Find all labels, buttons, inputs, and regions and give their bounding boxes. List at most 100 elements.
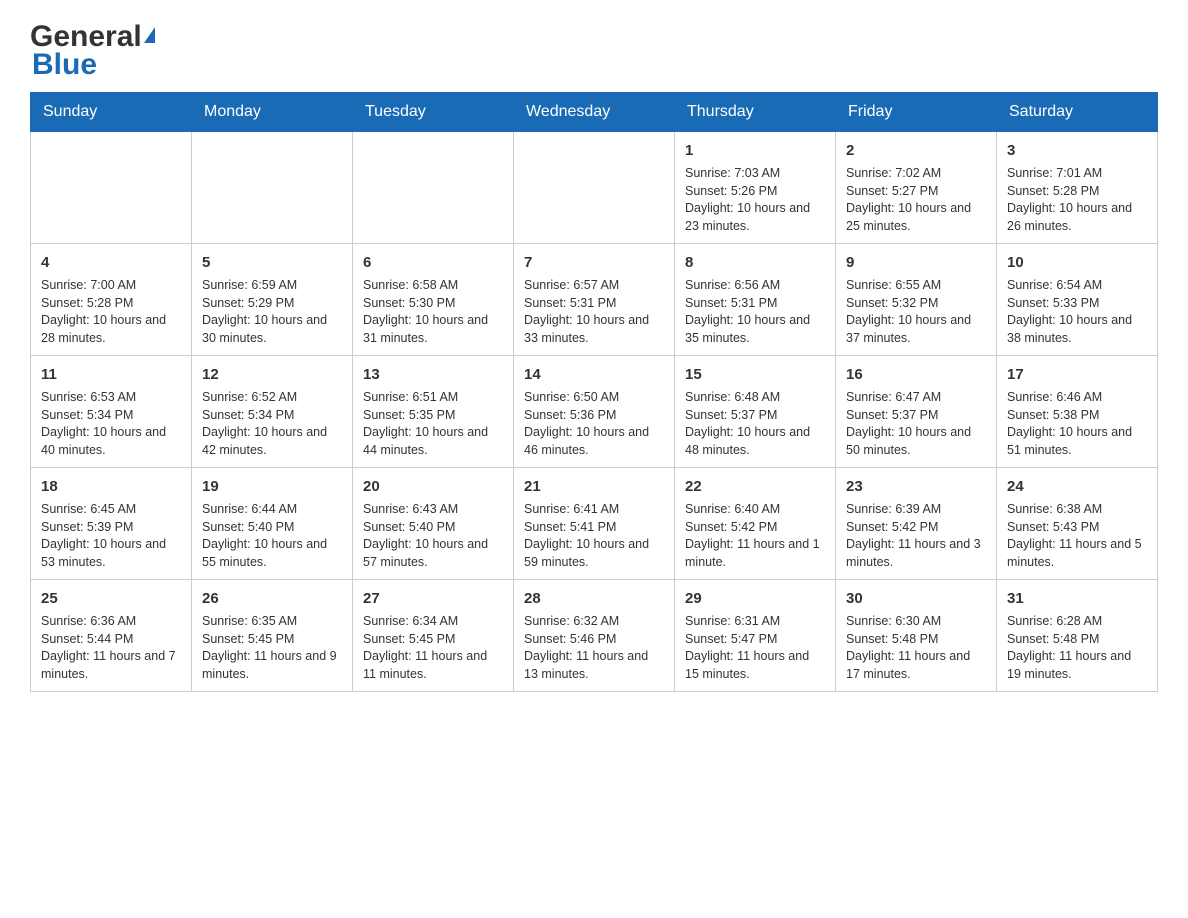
day-number: 1 <box>685 140 825 161</box>
day-info: Sunrise: 6:48 AMSunset: 5:37 PMDaylight:… <box>685 389 825 459</box>
day-number: 13 <box>363 364 503 385</box>
day-info: Sunrise: 7:02 AMSunset: 5:27 PMDaylight:… <box>846 165 986 235</box>
day-number: 21 <box>524 476 664 497</box>
calendar-cell: 23Sunrise: 6:39 AMSunset: 5:42 PMDayligh… <box>836 468 997 580</box>
logo-blue: Blue <box>32 48 97 82</box>
calendar-cell <box>192 132 353 244</box>
col-header-wednesday: Wednesday <box>514 93 675 132</box>
calendar-cell: 25 Sunrise: 6:36 AMSunset: 5:44 PMDayligh… <box>31 580 192 692</box>
day-number: 23 <box>846 476 986 497</box>
day-info: Sunrise: 6:38 AMSunset: 5:43 PMDaylight:… <box>1007 501 1147 571</box>
calendar-cell: 5Sunrise: 6:59 AMSunset: 5:29 PMDaylight… <box>192 244 353 356</box>
calendar-cell: 30 Sunrise: 6:30 AMSunset: 5:48 PMDayligh… <box>836 580 997 692</box>
day-info: Sunrise: 6:28 AMSunset: 5:48 PMDaylight:… <box>1007 613 1147 683</box>
day-number: 12 <box>202 364 342 385</box>
calendar-cell: 8 Sunrise: 6:56 AMSunset: 5:31 PMDaylight… <box>675 244 836 356</box>
day-info: Sunrise: 6:51 AMSunset: 5:35 PMDaylight:… <box>363 389 503 459</box>
day-number: 5 <box>202 252 342 273</box>
day-number: 29 <box>685 588 825 609</box>
calendar-cell: 31 Sunrise: 6:28 AMSunset: 5:48 PMDayligh… <box>997 580 1158 692</box>
day-number: 8 <box>685 252 825 273</box>
day-info: Sunrise: 6:53 AMSunset: 5:34 PMDaylight:… <box>41 389 181 459</box>
col-header-tuesday: Tuesday <box>353 93 514 132</box>
col-header-thursday: Thursday <box>675 93 836 132</box>
calendar-cell: 12 Sunrise: 6:52 AMSunset: 5:34 PMDayligh… <box>192 356 353 468</box>
day-info: Sunrise: 6:47 AMSunset: 5:37 PMDaylight:… <box>846 389 986 459</box>
day-info: Sunrise: 7:03 AMSunset: 5:26 PMDaylight:… <box>685 165 825 235</box>
day-number: 30 <box>846 588 986 609</box>
calendar-cell: 9 Sunrise: 6:55 AMSunset: 5:32 PMDaylight… <box>836 244 997 356</box>
calendar-cell: 18 Sunrise: 6:45 AMSunset: 5:39 PMDayligh… <box>31 468 192 580</box>
logo-triangle-icon <box>144 27 155 43</box>
calendar-cell: 17 Sunrise: 6:46 AMSunset: 5:38 PMDayligh… <box>997 356 1158 468</box>
calendar-cell: 6 Sunrise: 6:58 AMSunset: 5:30 PMDaylight… <box>353 244 514 356</box>
calendar-cell: 26 Sunrise: 6:35 AMSunset: 5:45 PMDayligh… <box>192 580 353 692</box>
calendar-cell: 3Sunrise: 7:01 AMSunset: 5:28 PMDaylight… <box>997 132 1158 244</box>
day-info: Sunrise: 6:43 AMSunset: 5:40 PMDaylight:… <box>363 501 503 571</box>
day-info: Sunrise: 6:44 AMSunset: 5:40 PMDaylight:… <box>202 501 342 571</box>
day-number: 3 <box>1007 140 1147 161</box>
day-number: 14 <box>524 364 664 385</box>
day-info: Sunrise: 6:32 AMSunset: 5:46 PMDaylight:… <box>524 613 664 683</box>
col-header-saturday: Saturday <box>997 93 1158 132</box>
day-number: 31 <box>1007 588 1147 609</box>
day-number: 22 <box>685 476 825 497</box>
day-info: Sunrise: 6:57 AMSunset: 5:31 PMDaylight:… <box>524 277 664 347</box>
calendar-cell: 29 Sunrise: 6:31 AMSunset: 5:47 PMDayligh… <box>675 580 836 692</box>
calendar-cell: 4 Sunrise: 7:00 AMSunset: 5:28 PMDaylight… <box>31 244 192 356</box>
calendar-cell: 13 Sunrise: 6:51 AMSunset: 5:35 PMDayligh… <box>353 356 514 468</box>
day-info: Sunrise: 6:45 AMSunset: 5:39 PMDaylight:… <box>41 501 181 571</box>
calendar-cell: 11 Sunrise: 6:53 AMSunset: 5:34 PMDayligh… <box>31 356 192 468</box>
day-number: 9 <box>846 252 986 273</box>
calendar-cell: 28 Sunrise: 6:32 AMSunset: 5:46 PMDayligh… <box>514 580 675 692</box>
calendar-cell: 10 Sunrise: 6:54 AMSunset: 5:33 PMDayligh… <box>997 244 1158 356</box>
day-number: 11 <box>41 364 181 385</box>
calendar-week-3: 11 Sunrise: 6:53 AMSunset: 5:34 PMDayligh… <box>31 356 1158 468</box>
day-number: 17 <box>1007 364 1147 385</box>
day-info: Sunrise: 6:35 AMSunset: 5:45 PMDaylight:… <box>202 613 342 683</box>
calendar-cell: 19 Sunrise: 6:44 AMSunset: 5:40 PMDayligh… <box>192 468 353 580</box>
day-info: Sunrise: 6:54 AMSunset: 5:33 PMDaylight:… <box>1007 277 1147 347</box>
day-number: 28 <box>524 588 664 609</box>
day-number: 2 <box>846 140 986 161</box>
day-number: 27 <box>363 588 503 609</box>
calendar-cell: 24Sunrise: 6:38 AMSunset: 5:43 PMDayligh… <box>997 468 1158 580</box>
day-number: 15 <box>685 364 825 385</box>
calendar-week-2: 4 Sunrise: 7:00 AMSunset: 5:28 PMDaylight… <box>31 244 1158 356</box>
day-info: Sunrise: 6:52 AMSunset: 5:34 PMDaylight:… <box>202 389 342 459</box>
day-number: 20 <box>363 476 503 497</box>
day-info: Sunrise: 6:56 AMSunset: 5:31 PMDaylight:… <box>685 277 825 347</box>
day-number: 18 <box>41 476 181 497</box>
calendar-cell <box>31 132 192 244</box>
day-info: Sunrise: 6:36 AMSunset: 5:44 PMDaylight:… <box>41 613 181 683</box>
calendar-cell: 7Sunrise: 6:57 AMSunset: 5:31 PMDaylight… <box>514 244 675 356</box>
day-number: 4 <box>41 252 181 273</box>
col-header-sunday: Sunday <box>31 93 192 132</box>
day-info: Sunrise: 6:50 AMSunset: 5:36 PMDaylight:… <box>524 389 664 459</box>
day-number: 25 <box>41 588 181 609</box>
day-info: Sunrise: 6:41 AMSunset: 5:41 PMDaylight:… <box>524 501 664 571</box>
day-info: Sunrise: 6:30 AMSunset: 5:48 PMDaylight:… <box>846 613 986 683</box>
day-info: Sunrise: 6:55 AMSunset: 5:32 PMDaylight:… <box>846 277 986 347</box>
day-info: Sunrise: 7:00 AMSunset: 5:28 PMDaylight:… <box>41 277 181 347</box>
day-number: 26 <box>202 588 342 609</box>
col-header-friday: Friday <box>836 93 997 132</box>
calendar-cell <box>353 132 514 244</box>
calendar-cell: 16 Sunrise: 6:47 AMSunset: 5:37 PMDayligh… <box>836 356 997 468</box>
calendar-cell: 22 Sunrise: 6:40 AMSunset: 5:42 PMDayligh… <box>675 468 836 580</box>
calendar-cell: 14 Sunrise: 6:50 AMSunset: 5:36 PMDayligh… <box>514 356 675 468</box>
calendar-week-5: 25 Sunrise: 6:36 AMSunset: 5:44 PMDayligh… <box>31 580 1158 692</box>
calendar-week-4: 18 Sunrise: 6:45 AMSunset: 5:39 PMDayligh… <box>31 468 1158 580</box>
day-number: 19 <box>202 476 342 497</box>
day-number: 6 <box>363 252 503 273</box>
day-info: Sunrise: 6:58 AMSunset: 5:30 PMDaylight:… <box>363 277 503 347</box>
day-info: Sunrise: 6:40 AMSunset: 5:42 PMDaylight:… <box>685 501 825 571</box>
day-info: Sunrise: 6:31 AMSunset: 5:47 PMDaylight:… <box>685 613 825 683</box>
day-number: 10 <box>1007 252 1147 273</box>
calendar-cell <box>514 132 675 244</box>
day-info: Sunrise: 6:46 AMSunset: 5:38 PMDaylight:… <box>1007 389 1147 459</box>
col-header-monday: Monday <box>192 93 353 132</box>
day-info: Sunrise: 6:34 AMSunset: 5:45 PMDaylight:… <box>363 613 503 683</box>
day-number: 16 <box>846 364 986 385</box>
calendar-cell: 21 Sunrise: 6:41 AMSunset: 5:41 PMDayligh… <box>514 468 675 580</box>
